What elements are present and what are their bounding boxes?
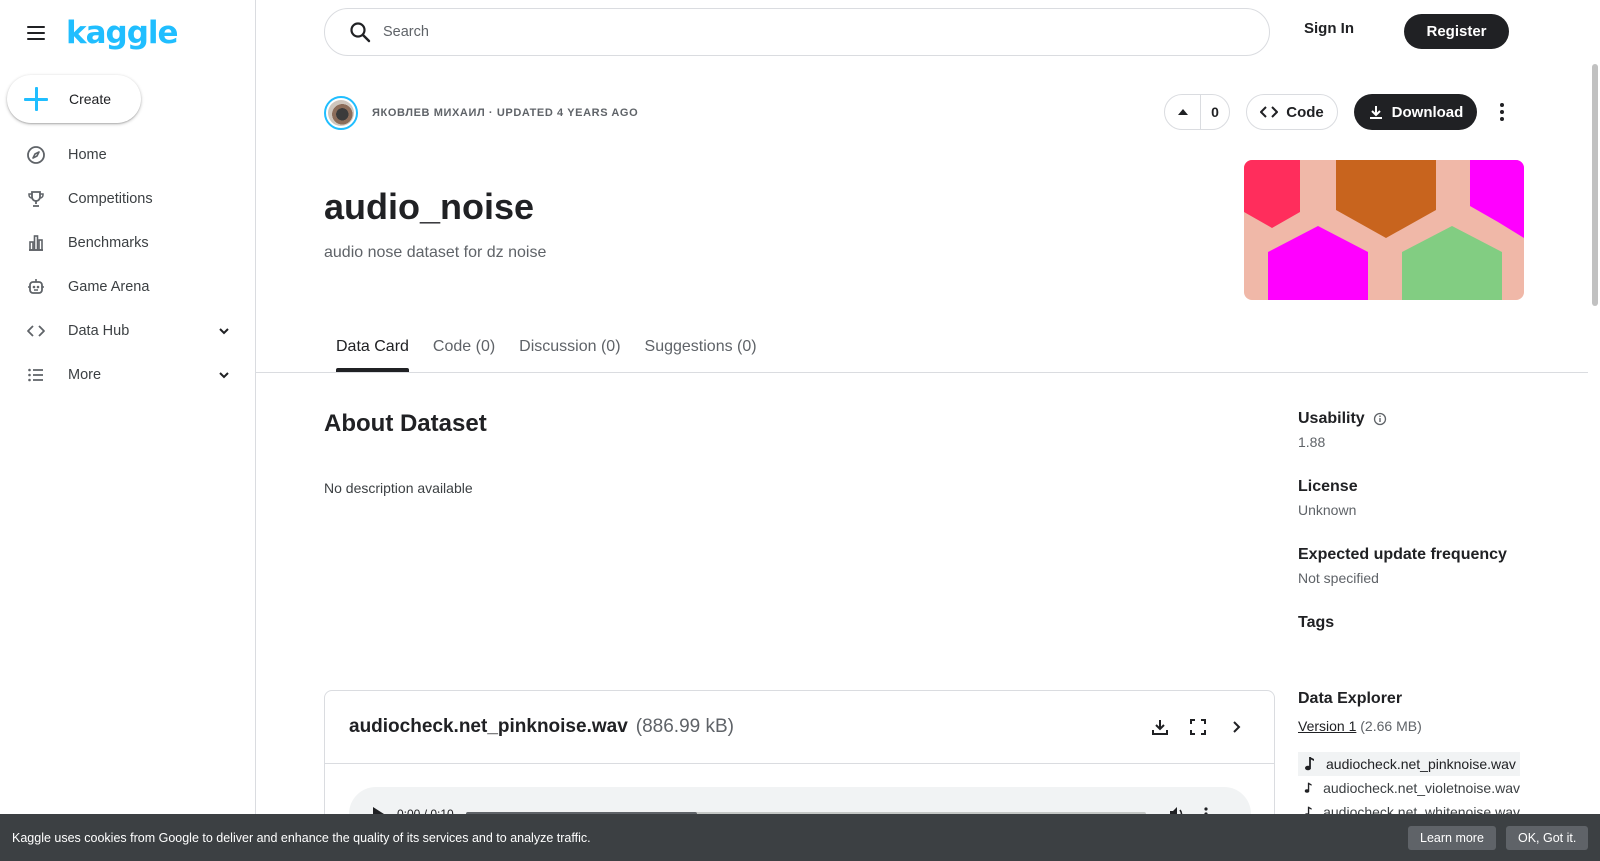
code-button-label: Code <box>1286 103 1324 121</box>
chevron-down-icon[interactable] <box>216 367 232 383</box>
upvote-button[interactable] <box>1165 95 1201 129</box>
file-preview-header: audiocheck.net_pinknoise.wav (886.99 kB) <box>325 691 1274 764</box>
sidebar-item-home[interactable]: Home <box>0 133 256 177</box>
tags-section: Tags <box>1298 614 1538 632</box>
about-heading: About Dataset <box>324 410 487 437</box>
frequency-value: Not specified <box>1298 570 1379 586</box>
robot-icon <box>26 277 46 297</box>
search-input[interactable] <box>383 24 1183 40</box>
sidebar-item-competitions[interactable]: Competitions <box>0 177 256 221</box>
file-tree-item-label: audiocheck.net_violetnoise.wav <box>1323 780 1520 796</box>
sidebar: kaggle Create Home Competitions Benchmar… <box>0 0 256 861</box>
create-label: Create <box>69 91 112 107</box>
file-tree-item-label: audiocheck.net_pinknoise.wav <box>1326 756 1516 772</box>
data-explorer-title: Data Explorer <box>1298 690 1403 707</box>
triangle-up-icon <box>1177 109 1188 115</box>
ok-got-it-button[interactable]: OK, Got it. <box>1506 826 1589 850</box>
code-button[interactable]: Code <box>1246 94 1338 130</box>
scrollbar-thumb[interactable] <box>1592 64 1598 306</box>
tab-bar: Data Card Code (0) Discussion (0) Sugges… <box>324 332 769 372</box>
chevron-down-icon[interactable] <box>216 323 232 339</box>
code-brackets-icon <box>26 321 46 341</box>
info-icon[interactable] <box>1373 412 1387 426</box>
sidebar-item-label: Competitions <box>68 191 153 207</box>
frequency-label: Expected update frequency <box>1298 546 1507 563</box>
file-size: (886.99 kB) <box>635 716 734 737</box>
file-name: audiocheck.net_pinknoise.wav <box>349 716 628 737</box>
code-brackets-icon <box>1260 106 1279 118</box>
description-text: No description available <box>324 480 473 496</box>
license-section: License Unknown <box>1298 478 1538 518</box>
sidebar-item-data-hub[interactable]: Data Hub <box>0 309 256 353</box>
download-button-label: Download <box>1391 103 1464 121</box>
compass-icon <box>26 145 46 165</box>
sidebar-item-benchmarks[interactable]: Benchmarks <box>0 221 256 265</box>
vote-widget: 0 <box>1164 94 1230 130</box>
tabs-divider <box>256 372 1588 373</box>
kaggle-logo[interactable]: kaggle <box>66 15 179 51</box>
sidebar-item-label: More <box>68 367 102 383</box>
sidebar-item-label: Data Hub <box>68 323 130 339</box>
tab-code[interactable]: Code (0) <box>421 332 507 372</box>
file-tree-item[interactable]: audiocheck.net_pinknoise.wav <box>1298 752 1520 776</box>
file-tree-item[interactable]: audiocheck.net_violetnoise.wav <box>1298 776 1520 800</box>
version-line: Version 1 (2.66 MB) <box>1298 718 1422 734</box>
download-button[interactable]: Download <box>1354 94 1477 130</box>
cover-image <box>1244 160 1524 300</box>
download-icon <box>1369 106 1382 119</box>
avatar-image <box>328 100 354 126</box>
create-button[interactable]: Create <box>7 75 141 123</box>
music-note-icon <box>1304 782 1312 793</box>
vote-count: 0 <box>1211 104 1219 120</box>
file-actions <box>1148 715 1248 739</box>
tab-discussion[interactable]: Discussion (0) <box>507 332 632 372</box>
list-icon <box>26 365 46 385</box>
hamburger-menu-icon[interactable] <box>24 21 48 45</box>
cookie-banner: Kaggle uses cookies from Google to deliv… <box>0 814 1600 861</box>
bar-chart-icon <box>26 233 46 253</box>
tab-suggestions[interactable]: Suggestions (0) <box>633 332 769 372</box>
trophy-icon <box>26 189 46 209</box>
chevron-right-icon[interactable] <box>1224 715 1248 739</box>
sidebar-item-game-arena[interactable]: Game Arena <box>0 265 256 309</box>
sidebar-item-label: Game Arena <box>68 279 150 295</box>
fullscreen-icon[interactable] <box>1186 715 1210 739</box>
learn-more-button[interactable]: Learn more <box>1408 826 1496 850</box>
more-options-icon[interactable] <box>1490 98 1514 126</box>
avatar[interactable] <box>324 96 358 130</box>
owner-updated-line: ЯКОВЛЕВ МИХАИЛ · UPDATED 4 YEARS AGO <box>372 107 639 119</box>
tags-label: Tags <box>1298 614 1335 631</box>
sidebar-nav: Home Competitions Benchmarks Game Arena … <box>0 133 256 397</box>
usability-value: 1.88 <box>1298 434 1326 450</box>
version-link[interactable]: Version 1 <box>1298 718 1356 734</box>
usability-label: Usability <box>1298 410 1365 427</box>
page-title: audio_noise <box>324 186 535 227</box>
brand: kaggle <box>24 15 179 51</box>
sign-in-button[interactable]: Sign In <box>1304 20 1354 44</box>
sidebar-item-label: Home <box>68 147 107 163</box>
usability-section: Usability 1.88 <box>1298 410 1538 450</box>
page-subtitle: audio nose dataset for dz noise <box>324 244 547 261</box>
sidebar-item-more[interactable]: More <box>0 353 256 397</box>
cookie-text: Kaggle uses cookies from Google to deliv… <box>12 830 591 845</box>
download-icon[interactable] <box>1148 715 1172 739</box>
register-button[interactable]: Register <box>1404 14 1509 49</box>
music-note-icon <box>1305 757 1314 771</box>
search-bar[interactable] <box>324 8 1270 56</box>
search-icon <box>350 22 371 43</box>
license-value: Unknown <box>1298 502 1357 518</box>
plus-icon <box>23 86 49 112</box>
tab-data-card[interactable]: Data Card <box>324 332 421 372</box>
sidebar-item-label: Benchmarks <box>68 235 149 251</box>
version-size: (2.66 MB) <box>1360 718 1422 734</box>
frequency-section: Expected update frequency Not specified <box>1298 546 1538 586</box>
license-label: License <box>1298 478 1358 495</box>
